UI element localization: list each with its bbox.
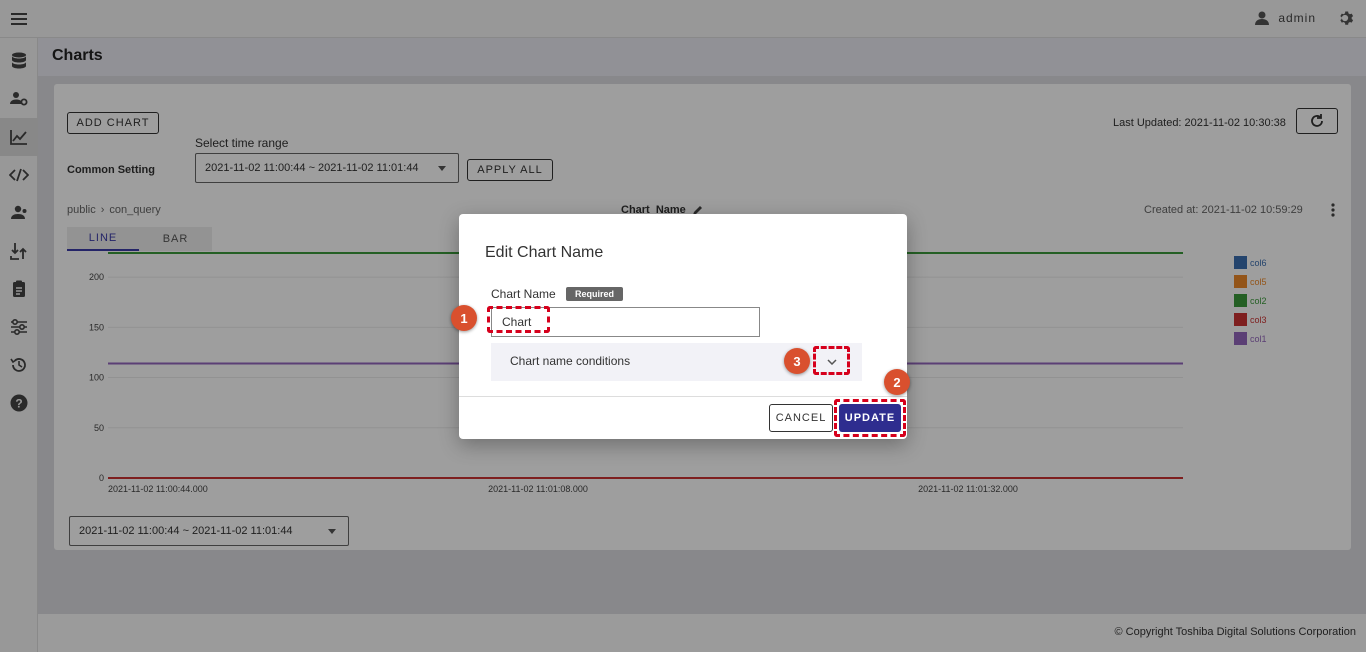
cancel-button[interactable]: CANCEL (769, 404, 833, 432)
required-badge: Required (566, 287, 624, 301)
highlight-update-button (834, 399, 906, 437)
dialog-divider (459, 396, 907, 397)
step-marker-2: 2 (884, 369, 910, 395)
highlight-chart-name-input (487, 306, 550, 333)
dialog-title: Edit Chart Name (485, 244, 604, 261)
conditions-label: Chart name conditions (510, 354, 631, 368)
step-marker-1: 1 (451, 305, 477, 331)
step-marker-3: 3 (784, 348, 810, 374)
highlight-conditions-toggle (813, 346, 850, 375)
chart-name-label: Chart Name (491, 287, 556, 301)
